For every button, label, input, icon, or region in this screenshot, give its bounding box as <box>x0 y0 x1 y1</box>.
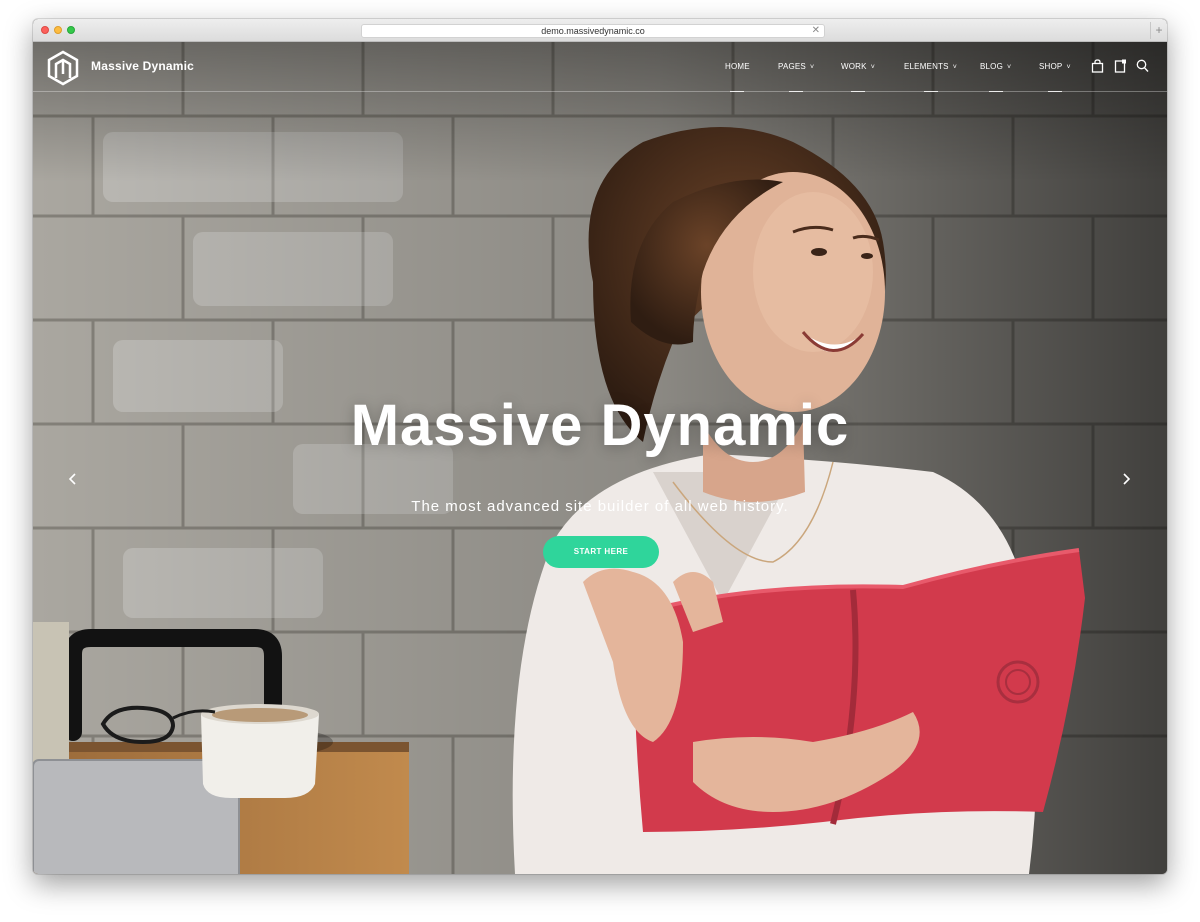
nav-pages[interactable]: PAGES ˅ <box>778 62 814 92</box>
chevron-down-icon: ˅ <box>1066 64 1071 71</box>
close-window-button[interactable] <box>41 26 49 34</box>
address-url: demo.massivedynamic.co <box>541 26 645 36</box>
next-slide-arrow-icon[interactable] <box>1116 469 1136 489</box>
new-tab-button[interactable]: + <box>1150 22 1167 39</box>
hero-title: Massive Dynamic <box>350 393 850 458</box>
massive-dynamic-logo-icon[interactable] <box>46 50 80 91</box>
minimize-window-button[interactable] <box>54 26 62 34</box>
clear-address-icon[interactable]: ✕ <box>812 25 820 37</box>
address-bar[interactable]: demo.massivedynamic.co ✕ <box>361 24 825 38</box>
chevron-down-icon: ˅ <box>870 64 875 71</box>
nav-home-label: HOME <box>725 62 750 71</box>
browser-window: demo.massivedynamic.co ✕ + Massive Dynam… <box>33 19 1167 874</box>
search-icon[interactable] <box>1136 59 1149 78</box>
zoom-window-button[interactable] <box>67 26 75 34</box>
nav-pages-label: PAGES <box>778 62 806 71</box>
nav-elements[interactable]: ELEMENTS ˅ <box>904 62 957 92</box>
chevron-down-icon: ˅ <box>1007 64 1012 71</box>
browser-toolbar: demo.massivedynamic.co ✕ + <box>33 19 1167 42</box>
nav-work-label: WORK <box>841 62 867 71</box>
nav-elements-label: ELEMENTS <box>904 62 949 71</box>
nav-shop[interactable]: SHOP ˅ <box>1039 62 1071 92</box>
previous-slide-arrow-icon[interactable] <box>63 469 83 489</box>
chevron-down-icon: ˅ <box>952 64 958 71</box>
notebook-icon[interactable] <box>1114 59 1127 78</box>
shopping-bag-icon[interactable] <box>1091 59 1104 78</box>
start-here-button[interactable]: START HERE <box>543 536 659 568</box>
nav-home[interactable]: HOME <box>725 62 750 92</box>
site-header: Massive Dynamic HOME PAGES ˅ WORK ˅ ELEMEN… <box>33 42 1167 92</box>
nav-blog[interactable]: BLOG ˅ <box>980 62 1011 92</box>
hero-section: Massive Dynamic HOME PAGES ˅ WORK ˅ ELEMEN… <box>33 42 1167 874</box>
nav-shop-label: SHOP <box>1039 62 1063 71</box>
nav-work[interactable]: WORK ˅ <box>841 62 875 92</box>
hero-subtitle: The most advanced site builder of all we… <box>411 498 789 515</box>
nav-blog-label: BLOG <box>980 62 1004 71</box>
brand-name[interactable]: Massive Dynamic <box>91 59 194 73</box>
chevron-down-icon: ˅ <box>809 64 815 71</box>
